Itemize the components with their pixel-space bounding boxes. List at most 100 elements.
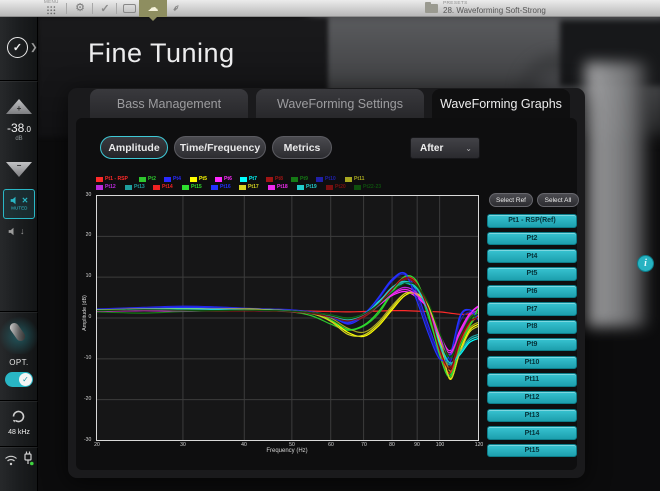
legend-label: Pt18	[277, 184, 288, 189]
mute-button[interactable]: ✕ MUTED	[3, 189, 35, 219]
info-button[interactable]: i	[637, 255, 654, 272]
calibration-check-icon[interactable]: ✓	[97, 0, 113, 17]
opt-label: OPT.	[0, 358, 38, 367]
legend-swatch-icon	[153, 185, 160, 190]
legend-label: Pt10	[325, 176, 336, 181]
legend-item: Pt16	[211, 184, 233, 190]
tick-label: 70	[355, 442, 372, 447]
legend-swatch-icon	[326, 185, 333, 190]
point-button-pt2[interactable]: Pt2	[487, 232, 577, 246]
point-button-pt10[interactable]: Pt10	[487, 356, 577, 370]
point-button-pt13[interactable]: Pt13	[487, 409, 577, 423]
legend-swatch-icon	[291, 177, 298, 182]
before-after-dropdown[interactable]: After ⌄	[410, 137, 480, 159]
point-button-pt7[interactable]: Pt7	[487, 302, 577, 316]
subtab-amplitude[interactable]: Amplitude	[100, 136, 168, 159]
trinnov-logo-icon[interactable]: ✓	[7, 37, 28, 58]
legend-item: Pt8	[266, 176, 284, 182]
point-button-pt9[interactable]: Pt9	[487, 338, 577, 352]
legend-swatch-icon	[96, 185, 103, 190]
legend-swatch-icon	[182, 185, 189, 190]
left-sidebar: ✓ ❯ + -38.0 dB − ✕ MUTED ↓ OPT. ✓ 48 kHz	[0, 17, 38, 491]
point-button-pt4[interactable]: Pt4	[487, 249, 577, 263]
dim-button[interactable]: ↓	[8, 227, 25, 236]
speaker-mute-icon: ✕	[10, 196, 29, 205]
point-button-pt15[interactable]: Pt15	[487, 444, 577, 458]
cloud-presets-icon[interactable]: ☁	[139, 0, 167, 17]
settings-gear-icon[interactable]: ⚙	[72, 0, 88, 17]
legend-swatch-icon	[239, 185, 246, 190]
legend-item: Pt6	[215, 176, 233, 182]
legend-label: Pt8	[275, 176, 283, 181]
menu-label: MENU	[44, 0, 59, 5]
sync-refresh-icon[interactable]	[10, 408, 27, 430]
chart-plot-area	[96, 195, 479, 441]
preset-folder-icon[interactable]	[425, 4, 438, 13]
presets-indicator[interactable]: PRESETS 28. Waveforming Soft-Strong	[443, 1, 546, 15]
point-button-pt14[interactable]: Pt14	[487, 426, 577, 440]
legend-row-2: Pt12Pt13Pt14Pt15Pt16Pt17Pt18Pt19Pt20Pt22…	[96, 184, 385, 190]
tick-label: 120	[470, 442, 487, 447]
sample-rate-label: 48 kHz	[0, 429, 38, 436]
legend-label: Pt11	[354, 176, 364, 181]
point-button-pt6[interactable]: Pt6	[487, 285, 577, 299]
legend-item: Pt4	[164, 176, 182, 182]
tick-label: 40	[236, 442, 253, 447]
tick-label: 100	[431, 442, 448, 447]
point-button-pt1[interactable]: Pt1 - RSP(Ref)	[487, 214, 577, 228]
select-all-button[interactable]: Select All	[537, 193, 579, 207]
tick-label: -30	[73, 437, 92, 442]
legend-label: Pt20	[335, 184, 346, 189]
display-icon[interactable]	[120, 0, 138, 17]
network-plug-icon[interactable]	[22, 451, 34, 472]
subtab-metrics[interactable]: Metrics	[272, 136, 332, 159]
legend-item: Pt11	[345, 176, 366, 182]
menu-grid-icon[interactable]	[47, 6, 49, 8]
current-preset-name: 28. Waveforming Soft-Strong	[443, 6, 546, 15]
volume-down-label: −	[6, 161, 32, 170]
toggle-knob: ✓	[19, 373, 32, 386]
legend-label: Pt12	[105, 184, 116, 189]
legend-swatch-icon	[240, 177, 247, 182]
legend-swatch-icon	[139, 177, 146, 182]
page-title: Fine Tuning	[88, 38, 235, 69]
tab-waveforming-settings[interactable]: WaveForming Settings	[256, 89, 424, 118]
legend-item: Pt22-23	[354, 184, 384, 190]
presets-label: PRESETS	[443, 1, 525, 6]
tab-bass-management[interactable]: Bass Management	[90, 89, 248, 118]
point-button-pt12[interactable]: Pt12	[487, 391, 577, 405]
legend-item: Pt13	[125, 184, 147, 190]
legend-item: Pt1 - RSP	[96, 176, 132, 182]
optimization-toggle[interactable]: ✓	[5, 372, 33, 387]
legend-item: Pt9	[291, 176, 309, 182]
legend-item: Pt20	[326, 184, 348, 190]
pen-icon[interactable]: ✒	[170, 0, 184, 17]
point-button-pt5[interactable]: Pt5	[487, 267, 577, 281]
tick-label: -10	[73, 355, 92, 360]
dropdown-value: After	[420, 143, 465, 154]
sidebar-divider	[0, 446, 38, 447]
select-ref-button[interactable]: Select Ref	[489, 193, 533, 207]
legend-label: Pt13	[134, 184, 145, 189]
point-button-pt11[interactable]: Pt11	[487, 373, 577, 387]
tab-waveforming-graphs[interactable]: WaveForming Graphs	[432, 89, 570, 118]
subtab-time-frequency[interactable]: Time/Frequency	[174, 136, 266, 159]
tick-label: 90	[409, 442, 426, 447]
sidebar-divider	[0, 311, 38, 312]
legend-swatch-icon	[354, 185, 361, 190]
point-button-pt8[interactable]: Pt8	[487, 320, 577, 334]
legend-item: Pt12	[96, 184, 118, 190]
legend-label: Pt19	[306, 184, 317, 189]
microphone-image	[0, 314, 38, 354]
legend-label: Pt17	[248, 184, 259, 189]
volume-readout: -38.0	[0, 121, 38, 135]
legend-item: Pt15	[182, 184, 204, 190]
tick-label: 30	[174, 442, 191, 447]
chevron-right-icon[interactable]: ❯	[30, 42, 38, 53]
x-axis-label: Frequency (Hz)	[96, 448, 478, 454]
legend-item: Pt7	[240, 176, 258, 182]
legend-label: Pt2	[148, 176, 156, 181]
legend-swatch-icon	[345, 177, 352, 182]
wifi-icon[interactable]	[4, 453, 18, 471]
legend-label: Pt22-23	[363, 184, 381, 189]
